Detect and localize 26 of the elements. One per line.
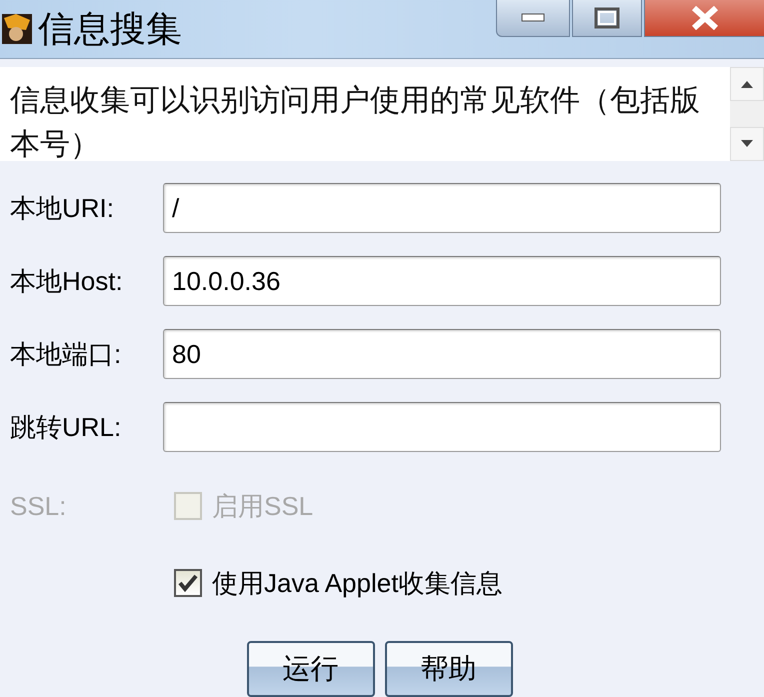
description-text: 信息收集可以识别访问用户使用的常见软件（包括版本号） — [9, 83, 701, 161]
text-field[interactable]: 10.0.0.36 — [163, 256, 721, 306]
text-field[interactable]: / — [163, 183, 721, 233]
field-label: 本地URI: — [10, 192, 115, 224]
scroll-down-icon[interactable] — [730, 127, 764, 161]
action-button[interactable]: 帮助 — [384, 641, 512, 697]
checkbox[interactable] — [174, 569, 202, 597]
text-field[interactable]: 80 — [163, 329, 721, 379]
app-icon — [2, 14, 32, 44]
option-label: SSL: — [9, 490, 68, 522]
field-label: 本地端口: — [10, 338, 122, 370]
maximize-button[interactable] — [572, 0, 642, 37]
scroll-up-icon[interactable] — [730, 67, 764, 101]
close-icon — [690, 6, 720, 30]
minimize-button[interactable] — [496, 0, 570, 37]
field-label: 跳转URL: — [10, 410, 122, 444]
maximize-icon — [594, 7, 620, 29]
action-button[interactable]: 运行 — [246, 641, 374, 697]
text-field[interactable] — [163, 402, 721, 452]
close-button[interactable] — [644, 0, 764, 37]
window-title: 信息搜集 — [38, 6, 182, 50]
checkbox-label: 使用Java Applet收集信息 — [212, 566, 502, 600]
field-label: 本地Host: — [10, 264, 124, 298]
scrollbar[interactable] — [730, 67, 764, 161]
checkbox-label: 启用SSL — [212, 490, 314, 522]
minimize-icon — [521, 13, 545, 23]
